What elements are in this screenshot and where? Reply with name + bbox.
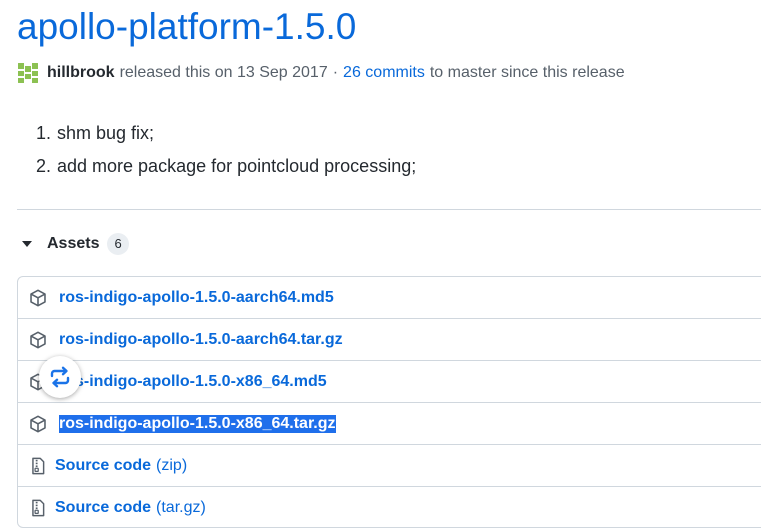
asset-link[interactable]: ros-indigo-apollo-1.5.0-aarch64.tar.gz: [59, 331, 343, 349]
assets-list: ros-indigo-apollo-1.5.0-aarch64.md5 ros-…: [17, 276, 761, 528]
release-title[interactable]: apollo-platform-1.5.0: [17, 4, 356, 50]
caret-down-icon: [22, 241, 32, 247]
note-number: 1.: [36, 123, 52, 143]
commits-link[interactable]: 26 commits: [343, 64, 425, 82]
file-zip-icon: [32, 457, 45, 474]
author-avatar[interactable]: [17, 62, 39, 84]
floating-action-button[interactable]: [39, 356, 81, 398]
assets-toggle[interactable]: Assets 6: [17, 231, 129, 257]
section-divider: [17, 209, 761, 210]
release-date-text: released this on 13 Sep 2017: [119, 64, 328, 81]
asset-link-selected[interactable]: ros-indigo-apollo-1.5.0-x86_64.tar.gz: [59, 414, 336, 433]
asset-row: ros-indigo-apollo-1.5.0-aarch64.md5: [18, 277, 761, 319]
release-notes: 1. shm bug fix; 2. add more package for …: [36, 117, 417, 183]
archive-format: (tar.gz): [156, 499, 206, 516]
source-code-label: Source code: [55, 456, 152, 474]
assets-label: Assets: [47, 235, 100, 252]
file-zip-icon: [32, 499, 45, 517]
asset-row: Source code (zip): [18, 445, 761, 487]
release-meta: hillbrook released this on 13 Sep 2017 ·…: [17, 62, 625, 84]
author-name[interactable]: hillbrook: [47, 64, 115, 82]
asset-link[interactable]: ros-indigo-apollo-1.5.0-aarch64.md5: [59, 289, 334, 307]
archive-format: (zip): [156, 456, 188, 474]
note-number: 2.: [36, 156, 52, 176]
source-code-targz-link[interactable]: Source code (tar.gz): [55, 499, 206, 517]
asset-row: Source code (tar.gz): [18, 487, 761, 529]
release-note-item: 1. shm bug fix;: [36, 117, 416, 150]
package-icon: [30, 415, 46, 432]
source-code-label: Source code: [55, 499, 152, 516]
meta-separator: ·: [332, 64, 339, 81]
asset-row: ros-indigo-apollo-1.5.0-x86_64.tar.gz: [18, 403, 761, 445]
note-text: add more package for pointcloud processi…: [57, 156, 417, 176]
source-code-zip-link[interactable]: Source code (zip): [55, 457, 187, 475]
repeat-arrows-icon: [50, 366, 70, 388]
commits-suffix: to master since this release: [429, 64, 625, 81]
package-icon: [30, 331, 46, 348]
asset-row: ros-indigo-apollo-1.5.0-x86_64.md5: [18, 361, 761, 403]
note-text: shm bug fix;: [57, 123, 155, 143]
release-note-item: 2. add more package for pointcloud proce…: [36, 150, 417, 183]
assets-count-badge: 6: [107, 233, 129, 255]
package-icon: [30, 289, 46, 306]
asset-link[interactable]: ros-indigo-apollo-1.5.0-x86_64.md5: [59, 373, 327, 391]
asset-row: ros-indigo-apollo-1.5.0-aarch64.tar.gz: [18, 319, 761, 361]
